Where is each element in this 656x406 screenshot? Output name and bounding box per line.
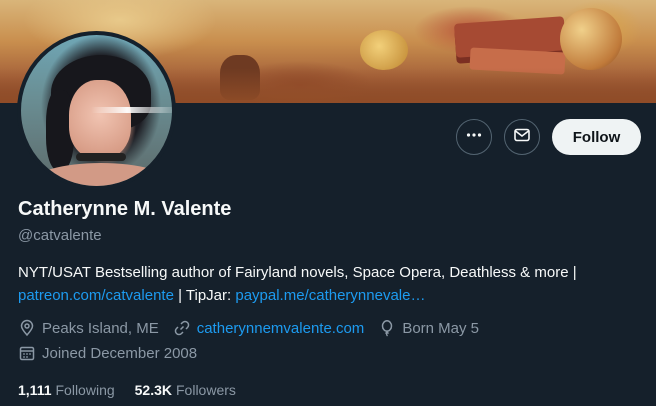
birthday-item: Born May 5: [378, 319, 479, 337]
follow-button[interactable]: Follow: [552, 119, 641, 155]
profile-handle: @catvalente: [18, 227, 102, 244]
more-options-button[interactable]: [456, 119, 492, 155]
location-text: Peaks Island, ME: [42, 319, 159, 337]
following-link[interactable]: 1,111 Following: [18, 382, 115, 398]
website-link[interactable]: catherynnemvalente.com: [197, 320, 365, 337]
joined-row: Joined December 2008: [18, 344, 211, 362]
joined-text: Joined December 2008: [42, 344, 198, 362]
birthday-text: Born May 5: [402, 319, 480, 337]
website-item: catherynnemvalente.com: [173, 319, 365, 337]
following-label: Following: [55, 382, 115, 398]
profile-meta-row: Peaks Island, ME catherynnemvalente.com …: [18, 319, 493, 337]
calendar-icon: [18, 344, 36, 362]
following-count: 1,111: [18, 382, 52, 398]
profile-name: Catherynne M. Valente: [18, 198, 232, 220]
bio-separator: | TipJar:: [173, 287, 236, 304]
bio-link-patreon[interactable]: patreon.com/catvalente: [18, 287, 174, 304]
more-icon: [465, 126, 483, 149]
followers-link[interactable]: 52.3K Followers: [135, 382, 236, 398]
message-button[interactable]: [504, 119, 540, 155]
bio-text: NYT/USAT Bestselling author of Fairyland…: [18, 264, 577, 281]
location-pin-icon: [18, 319, 36, 337]
link-icon: [173, 319, 191, 337]
envelope-icon: [513, 126, 531, 149]
location-item: Peaks Island, ME: [18, 319, 159, 337]
bio-link-paypal[interactable]: paypal.me/catherynnevale…: [235, 287, 425, 304]
follow-counts: 1,111 Following 52.3K Followers: [18, 382, 256, 398]
followers-label: Followers: [176, 382, 236, 398]
avatar[interactable]: [17, 31, 176, 190]
followers-count: 52.3K: [134, 382, 172, 398]
joined-item: Joined December 2008: [18, 344, 197, 362]
balloon-icon: [378, 319, 396, 337]
profile-bio: NYT/USAT Bestselling author of Fairyland…: [18, 261, 648, 307]
